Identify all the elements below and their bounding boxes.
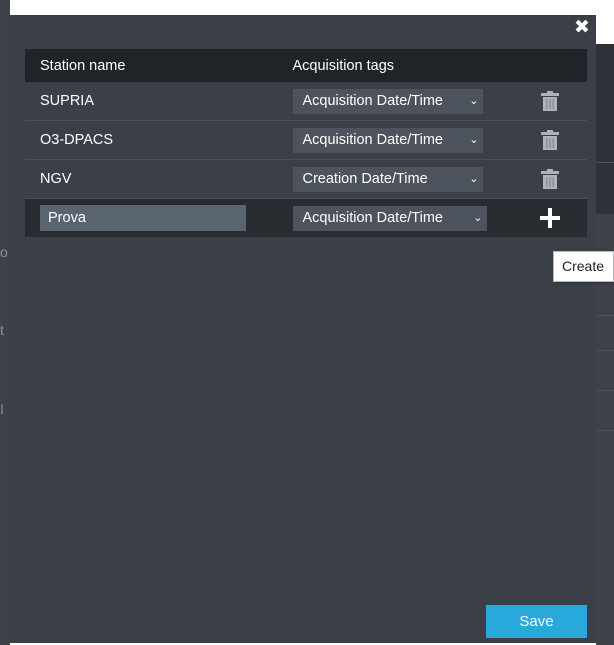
create-tooltip: Create <box>553 251 614 282</box>
background-divider <box>596 350 614 351</box>
background-text-fragment: I <box>0 401 4 417</box>
chevron-down-icon: ⌄ <box>469 94 479 107</box>
table-row: SUPRIA Acquisition Date/Time ⌄ <box>25 82 587 121</box>
station-name-cell: O3-DPACS <box>25 120 293 160</box>
trash-icon[interactable] <box>541 130 560 150</box>
stations-dialog: ✖ Station name Acquisition tags SUPRIA A… <box>10 15 596 643</box>
background-divider <box>596 430 614 431</box>
chevron-down-icon: ⌄ <box>469 172 479 185</box>
acquisition-tag-select[interactable]: Creation Date/Time ⌄ <box>292 166 483 192</box>
acquisition-tag-select[interactable]: Acquisition Date/Time ⌄ <box>292 127 483 153</box>
station-name-cell: SUPRIA <box>25 82 293 121</box>
close-icon[interactable]: ✖ <box>574 18 590 37</box>
chevron-down-icon: ⌄ <box>469 133 479 146</box>
stations-table: Station name Acquisition tags SUPRIA Acq… <box>25 49 587 237</box>
select-value: Acquisition Date/Time <box>302 92 444 109</box>
chevron-down-icon: ⌄ <box>473 211 483 224</box>
select-value: Creation Date/Time <box>302 170 428 187</box>
plus-icon[interactable] <box>540 208 561 228</box>
table-row: O3-DPACS Acquisition Date/Time ⌄ <box>25 120 587 160</box>
trash-icon[interactable] <box>541 91 560 111</box>
background-divider <box>596 162 614 163</box>
acquisition-tag-select[interactable]: Acquisition Date/Time ⌄ <box>292 88 483 114</box>
background-divider <box>596 315 614 316</box>
background-page-band <box>596 44 614 214</box>
station-name-input[interactable] <box>40 205 246 231</box>
save-button[interactable]: Save <box>486 605 587 638</box>
station-name-cell: NGV <box>25 159 293 199</box>
table-row: NGV Creation Date/Time ⌄ <box>25 159 587 199</box>
select-value: Acquisition Date/Time <box>302 131 444 148</box>
column-header-station-name: Station name <box>25 49 293 82</box>
new-station-row: Acquisition Date/Time ⌄ <box>25 198 587 237</box>
background-text-fragment: t <box>0 322 4 338</box>
trash-icon[interactable] <box>541 169 560 189</box>
acquisition-tag-select[interactable]: Acquisition Date/Time ⌄ <box>292 205 487 231</box>
background-text-fragment: o <box>0 244 8 260</box>
table-header-row: Station name Acquisition tags <box>25 49 587 82</box>
column-header-actions <box>513 49 587 82</box>
column-header-acquisition-tags: Acquisition tags <box>292 49 514 82</box>
background-divider <box>596 390 614 391</box>
select-value: Acquisition Date/Time <box>302 209 444 226</box>
